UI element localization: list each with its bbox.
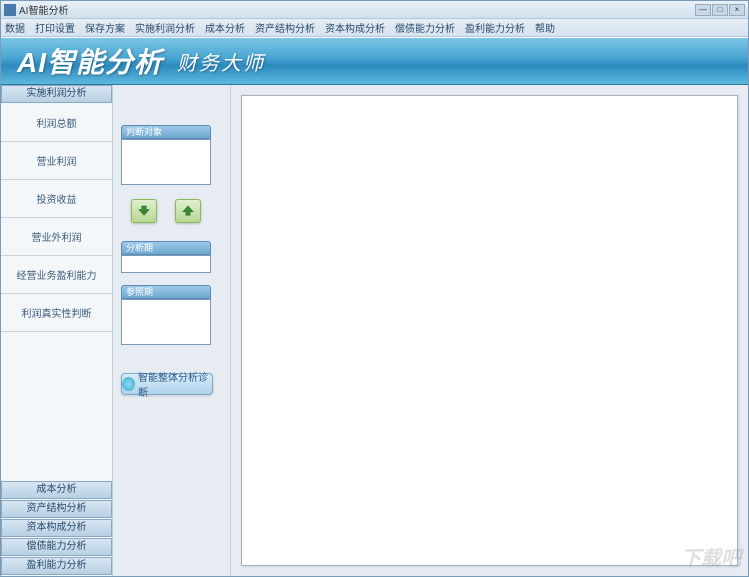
report-canvas[interactable]: [241, 95, 738, 566]
menu-help[interactable]: 帮助: [535, 20, 555, 35]
menu-save[interactable]: 保存方案: [85, 20, 125, 35]
arrow-up-button[interactable]: [175, 199, 201, 223]
close-button[interactable]: ×: [729, 4, 745, 16]
banner-logo: AI智能分析: [17, 41, 163, 81]
sidebar-item-total-profit[interactable]: 利润总额: [1, 104, 112, 142]
menu-earn[interactable]: 盈利能力分析: [465, 20, 525, 35]
diagnose-button[interactable]: 智能整体分析诊断: [121, 373, 213, 395]
app-window: AI智能分析 — □ × 数据 打印设置 保存方案 实施利润分析 成本分析 资产…: [0, 0, 749, 577]
menu-print[interactable]: 打印设置: [35, 20, 75, 35]
banner: AI智能分析 财务大师: [1, 37, 748, 85]
menu-cost[interactable]: 成本分析: [205, 20, 245, 35]
label-reference-period: 参照期: [121, 285, 211, 299]
main-body: 实施利润分析 利润总额 营业利润 投资收益 营业外利润 经营业务盈利能力 利润真…: [1, 85, 748, 576]
accordion-header-cost[interactable]: 成本分析: [1, 481, 112, 499]
minimize-button[interactable]: —: [695, 4, 711, 16]
accordion-header-capital[interactable]: 资本构成分析: [1, 519, 112, 537]
menu-profit[interactable]: 实施利润分析: [135, 20, 195, 35]
menu-data[interactable]: 数据: [5, 20, 25, 35]
diagnose-label: 智能整体分析诊断: [138, 369, 212, 399]
sidebar-item-operating-profit[interactable]: 营业利润: [1, 142, 112, 180]
menu-asset[interactable]: 资产结构分析: [255, 20, 315, 35]
sidebar-item-nonop-profit[interactable]: 营业外利润: [1, 218, 112, 256]
arrow-up-icon: [181, 204, 195, 218]
banner-subtitle: 财务大师: [177, 47, 265, 76]
menu-capital[interactable]: 资本构成分析: [325, 20, 385, 35]
label-target: 判断对象: [121, 125, 211, 139]
label-analysis-period: 分析期: [121, 241, 211, 255]
accordion-active: 实施利润分析 利润总额 营业利润 投资收益 营业外利润 经营业务盈利能力 利润真…: [1, 85, 112, 481]
accordion-header-asset[interactable]: 资产结构分析: [1, 500, 112, 518]
listbox-target[interactable]: [121, 139, 211, 185]
arrow-down-icon: [137, 204, 151, 218]
menu-debt[interactable]: 偿债能力分析: [395, 20, 455, 35]
arrow-controls: [121, 185, 222, 241]
diagnose-icon: [122, 377, 135, 391]
sidebar-item-profit-validity[interactable]: 利润真实性判断: [1, 294, 112, 332]
sidebar-item-investment[interactable]: 投资收益: [1, 180, 112, 218]
input-analysis-period[interactable]: [121, 255, 211, 273]
window-title: AI智能分析: [19, 2, 68, 17]
accordion-header-debt[interactable]: 偿债能力分析: [1, 538, 112, 556]
accordion-header-profit[interactable]: 实施利润分析: [1, 85, 112, 103]
sidebar-item-business-earn[interactable]: 经营业务盈利能力: [1, 256, 112, 294]
menubar: 数据 打印设置 保存方案 实施利润分析 成本分析 资产结构分析 资本构成分析 偿…: [1, 19, 748, 37]
app-icon: [4, 4, 16, 16]
accordion-collapsed: 成本分析 资产结构分析 资本构成分析 偿债能力分析 盈利能力分析: [1, 481, 112, 576]
maximize-button[interactable]: □: [712, 4, 728, 16]
sidebar: 实施利润分析 利润总额 营业利润 投资收益 营业外利润 经营业务盈利能力 利润真…: [1, 85, 113, 576]
content-area: [231, 85, 748, 576]
accordion-header-earn[interactable]: 盈利能力分析: [1, 557, 112, 575]
control-panel: 判断对象 分析期 参照期 智能整体分析诊断: [113, 85, 231, 576]
arrow-down-button[interactable]: [131, 199, 157, 223]
listbox-reference-period[interactable]: [121, 299, 211, 345]
titlebar: AI智能分析 — □ ×: [1, 1, 748, 19]
